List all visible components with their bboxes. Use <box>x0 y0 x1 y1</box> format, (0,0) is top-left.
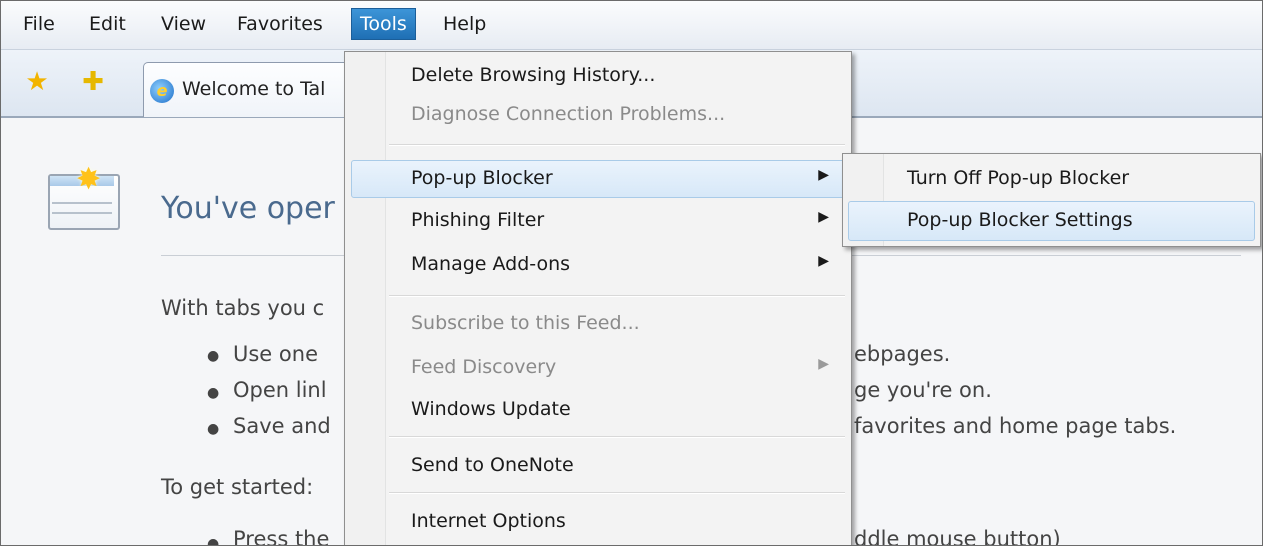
browser-window: File Edit View Favorites Tools Help ★ ✚ … <box>0 0 1263 546</box>
menu-separator <box>389 436 845 438</box>
menu-item-diagnose-connection[interactable]: Diagnose Connection Problems... <box>345 97 851 133</box>
menu-file[interactable]: File <box>15 9 63 39</box>
menu-item-label: Pop-up Blocker Settings <box>907 209 1133 231</box>
bullet-text-2: Open linl <box>233 378 327 402</box>
submenu-arrow-icon: ▶ <box>818 253 829 269</box>
menu-edit[interactable]: Edit <box>81 9 134 39</box>
intro-text: With tabs you c <box>161 296 325 320</box>
menu-item-label: Turn Off Pop-up Blocker <box>907 167 1130 189</box>
bullet-dot: ● <box>207 348 220 364</box>
submenu-arrow-icon: ▶ <box>818 356 829 372</box>
menu-item-label: Manage Add-ons <box>411 253 571 275</box>
menu-item-label: Windows Update <box>411 398 571 420</box>
menu-item-label: Send to OneNote <box>411 454 574 476</box>
menu-item-manage-addons[interactable]: Manage Add-ons ▶ <box>345 247 851 283</box>
menu-item-windows-update[interactable]: Windows Update <box>345 392 851 428</box>
menu-separator <box>389 295 845 297</box>
menu-help[interactable]: Help <box>435 9 494 39</box>
submenu-arrow-icon: ▶ <box>818 167 829 183</box>
bullet-text-1: Use one <box>233 342 318 366</box>
tab-label: Welcome to Tal <box>182 78 326 100</box>
menu-item-label: Pop-up Blocker <box>411 167 553 189</box>
bullet-text-1-right: ebpages. <box>854 342 951 366</box>
cut-text-right: ddle mouse button) <box>854 527 1061 546</box>
favorites-star-icon[interactable]: ★ <box>23 68 51 96</box>
menu-item-label: Diagnose Connection Problems... <box>411 103 726 125</box>
submenu-arrow-icon: ▶ <box>818 209 829 225</box>
menu-tools[interactable]: Tools <box>351 8 416 40</box>
menu-view[interactable]: View <box>153 9 214 39</box>
bullet-text-3: Save and <box>233 414 331 438</box>
new-tab-icon: ✸ <box>48 162 120 230</box>
menu-item-label: Delete Browsing History... <box>411 64 656 86</box>
menu-favorites[interactable]: Favorites <box>229 9 331 39</box>
menu-item-send-to-onenote[interactable]: Send to OneNote <box>345 448 851 484</box>
tab-welcome[interactable]: e Welcome to Tal <box>143 62 355 117</box>
menu-separator <box>389 144 845 146</box>
bullet-dot: ● <box>207 421 220 437</box>
tools-menu: Delete Browsing History... Diagnose Conn… <box>344 51 852 545</box>
menu-item-label: Feed Discovery <box>411 356 557 378</box>
menu-item-label: Internet Options <box>411 510 566 532</box>
menu-bar: File Edit View Favorites Tools Help <box>1 1 1262 50</box>
menu-item-popup-blocker-settings[interactable]: Pop-up Blocker Settings <box>848 201 1255 241</box>
bullet-text-2-right: ge you're on. <box>854 378 992 402</box>
bullet-dot: ● <box>207 385 220 401</box>
menu-item-phishing-filter[interactable]: Phishing Filter ▶ <box>345 203 851 239</box>
menu-item-turn-off-popup-blocker[interactable]: Turn Off Pop-up Blocker <box>843 160 1260 198</box>
menu-item-delete-browsing-history[interactable]: Delete Browsing History... <box>345 58 851 94</box>
add-favorites-icon[interactable]: ✚ <box>79 68 107 96</box>
bullet-dot: ● <box>207 536 220 546</box>
get-started-text: To get started: <box>161 475 314 499</box>
menu-item-feed-discovery[interactable]: Feed Discovery ▶ <box>345 350 851 386</box>
menu-item-internet-options[interactable]: Internet Options <box>345 504 851 540</box>
cut-text-left: Press the <box>233 527 330 546</box>
page-heading: You've oper <box>161 191 335 226</box>
menu-item-popup-blocker[interactable]: Pop-up Blocker ▶ <box>351 160 845 198</box>
menu-separator <box>389 492 845 494</box>
menu-item-label: Phishing Filter <box>411 209 545 231</box>
internet-explorer-icon: e <box>150 79 174 103</box>
menu-item-label: Subscribe to this Feed... <box>411 312 640 334</box>
menu-item-subscribe-feed[interactable]: Subscribe to this Feed... <box>345 306 851 342</box>
bullet-text-3-right: favorites and home page tabs. <box>854 414 1177 438</box>
popup-blocker-submenu: Turn Off Pop-up Blocker Pop-up Blocker S… <box>842 153 1261 247</box>
